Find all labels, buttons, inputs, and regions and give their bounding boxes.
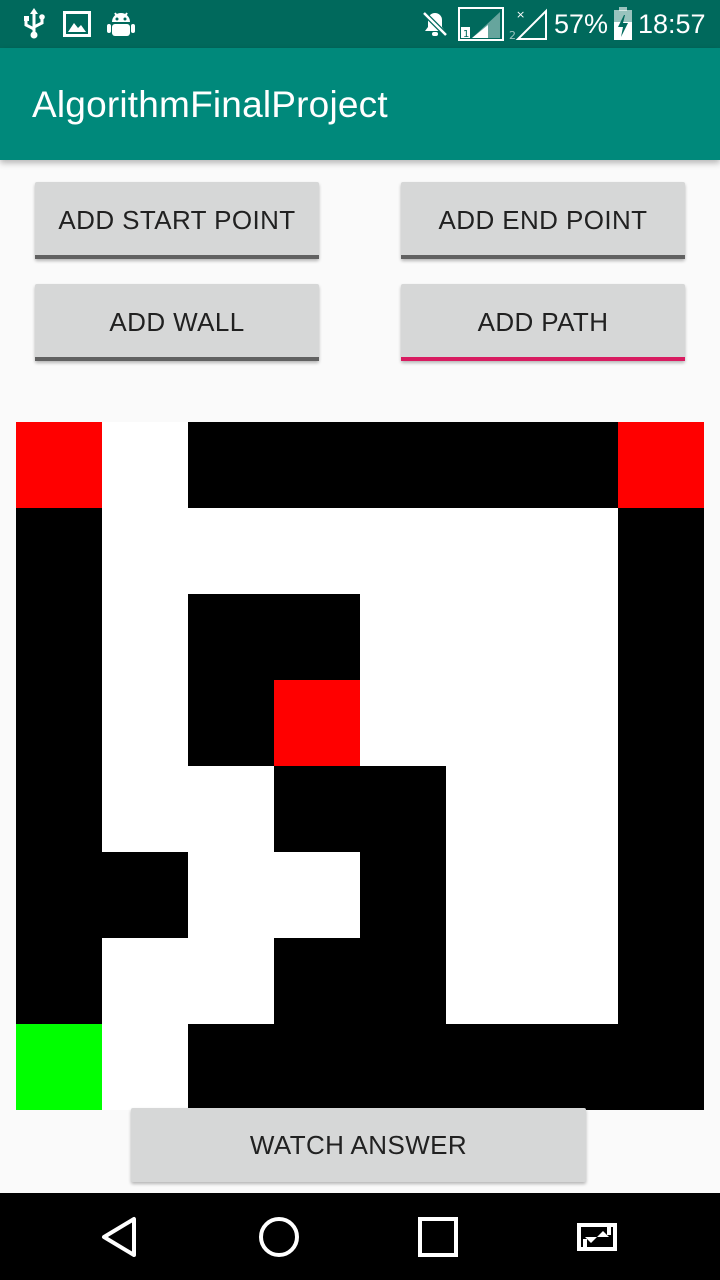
maze-cell-path[interactable]: [446, 766, 532, 852]
add-start-point-button[interactable]: ADD START POINT: [35, 182, 319, 259]
maze-cell-wall[interactable]: [532, 1024, 618, 1110]
maze-cell-end[interactable]: [16, 422, 102, 508]
battery-charging-icon: [612, 6, 634, 42]
maze-cell-path[interactable]: [102, 680, 188, 766]
add-start-point-label: ADD START POINT: [58, 205, 296, 235]
maze-cell-wall[interactable]: [274, 1024, 360, 1110]
maze-cell-wall[interactable]: [360, 938, 446, 1024]
maze-cell-path[interactable]: [446, 594, 532, 680]
maze-cell-path[interactable]: [102, 1024, 188, 1110]
usb-icon: [20, 6, 48, 42]
maze-cell-path[interactable]: [274, 852, 360, 938]
maze-cell-wall[interactable]: [16, 680, 102, 766]
app-bar: AlgorithmFinalProject: [0, 48, 720, 160]
maze-cell-path[interactable]: [188, 508, 274, 594]
maze-cell-path[interactable]: [360, 594, 446, 680]
maze-cell-path[interactable]: [188, 766, 274, 852]
add-path-label: ADD PATH: [477, 307, 609, 337]
maze-cell-wall[interactable]: [188, 594, 274, 680]
maze-cell-path[interactable]: [532, 594, 618, 680]
clock: 18:57: [638, 9, 706, 39]
maze-cell-wall[interactable]: [188, 680, 274, 766]
svg-text:×: ×: [516, 8, 525, 21]
maze-cell-path[interactable]: [188, 852, 274, 938]
maze-cell-wall[interactable]: [102, 852, 188, 938]
maze-cell-path[interactable]: [188, 938, 274, 1024]
maze-cell-start[interactable]: [16, 1024, 102, 1110]
navigation-bar: [0, 1193, 720, 1280]
maze-cell-wall[interactable]: [618, 1024, 704, 1110]
maze-cell-path[interactable]: [532, 508, 618, 594]
maze-cell-path[interactable]: [360, 508, 446, 594]
watch-answer-button[interactable]: WATCH ANSWER: [131, 1108, 586, 1182]
maze-cell-path[interactable]: [532, 680, 618, 766]
maze-cell-wall[interactable]: [618, 594, 704, 680]
add-path-button[interactable]: ADD PATH: [401, 284, 685, 361]
signal-sim1-icon: 1: [458, 6, 504, 42]
maze-cell-path[interactable]: [446, 680, 532, 766]
maze-cell-wall[interactable]: [16, 594, 102, 680]
add-wall-label: ADD WALL: [109, 307, 245, 337]
maze-cell-wall[interactable]: [274, 938, 360, 1024]
add-end-point-label: ADD END POINT: [438, 205, 648, 235]
maze-cell-wall[interactable]: [16, 766, 102, 852]
maze-cell-path[interactable]: [532, 766, 618, 852]
maze-cell-path[interactable]: [446, 938, 532, 1024]
maze-cell-path[interactable]: [102, 422, 188, 508]
svg-text:2: 2: [509, 29, 516, 41]
maze-cell-wall[interactable]: [618, 938, 704, 1024]
maze-cell-wall[interactable]: [188, 1024, 274, 1110]
mute-icon: [420, 6, 450, 42]
add-wall-button[interactable]: ADD WALL: [35, 284, 319, 361]
maze-cell-wall[interactable]: [274, 594, 360, 680]
maze-cell-wall[interactable]: [618, 508, 704, 594]
maze-cell-path[interactable]: [102, 938, 188, 1024]
maze-cell-wall[interactable]: [618, 766, 704, 852]
maze-cell-wall[interactable]: [274, 422, 360, 508]
maze-cell-path[interactable]: [102, 766, 188, 852]
maze-cell-wall[interactable]: [618, 680, 704, 766]
maze-cell-wall[interactable]: [16, 938, 102, 1024]
recents-icon[interactable]: [408, 1207, 468, 1267]
watch-answer-label: WATCH ANSWER: [249, 1129, 468, 1160]
maze-cell-path[interactable]: [274, 508, 360, 594]
android-debug-icon: [106, 6, 136, 42]
maze-cell-wall[interactable]: [360, 422, 446, 508]
maze-cell-wall[interactable]: [532, 422, 618, 508]
screen-rotate-icon[interactable]: [567, 1207, 627, 1267]
battery-percent: 57%: [554, 9, 609, 39]
add-end-point-button[interactable]: ADD END POINT: [401, 182, 685, 259]
maze-cell-path[interactable]: [446, 852, 532, 938]
signal-sim2-icon: 2 ×: [508, 6, 548, 42]
app-title: AlgorithmFinalProject: [32, 84, 388, 125]
maze-cell-wall[interactable]: [360, 852, 446, 938]
maze-cell-path[interactable]: [446, 508, 532, 594]
maze-cell-path[interactable]: [102, 594, 188, 680]
image-icon: [62, 6, 92, 42]
maze-cell-path[interactable]: [360, 680, 446, 766]
maze-cell-wall[interactable]: [16, 852, 102, 938]
maze-cell-wall[interactable]: [16, 508, 102, 594]
button-underline: [35, 255, 319, 259]
maze-cell-wall[interactable]: [618, 852, 704, 938]
maze-cell-wall[interactable]: [446, 422, 532, 508]
back-icon[interactable]: [90, 1207, 150, 1267]
maze-cell-wall[interactable]: [446, 1024, 532, 1110]
maze-cell-path[interactable]: [102, 508, 188, 594]
button-underline: [401, 255, 685, 259]
svg-text:1: 1: [463, 29, 469, 40]
status-bar: 1 2 × 57% 18:57: [0, 0, 720, 48]
maze-cell-end[interactable]: [274, 680, 360, 766]
button-underline-selected: [401, 357, 685, 361]
maze-cell-wall[interactable]: [360, 1024, 446, 1110]
button-underline: [35, 357, 319, 361]
maze-grid[interactable]: [16, 422, 704, 1110]
maze-cell-wall[interactable]: [188, 422, 274, 508]
maze-cell-wall[interactable]: [274, 766, 360, 852]
maze-cell-wall[interactable]: [360, 766, 446, 852]
maze-cell-path[interactable]: [532, 852, 618, 938]
home-icon[interactable]: [249, 1207, 309, 1267]
maze-cell-end[interactable]: [618, 422, 704, 508]
maze-cell-path[interactable]: [532, 938, 618, 1024]
